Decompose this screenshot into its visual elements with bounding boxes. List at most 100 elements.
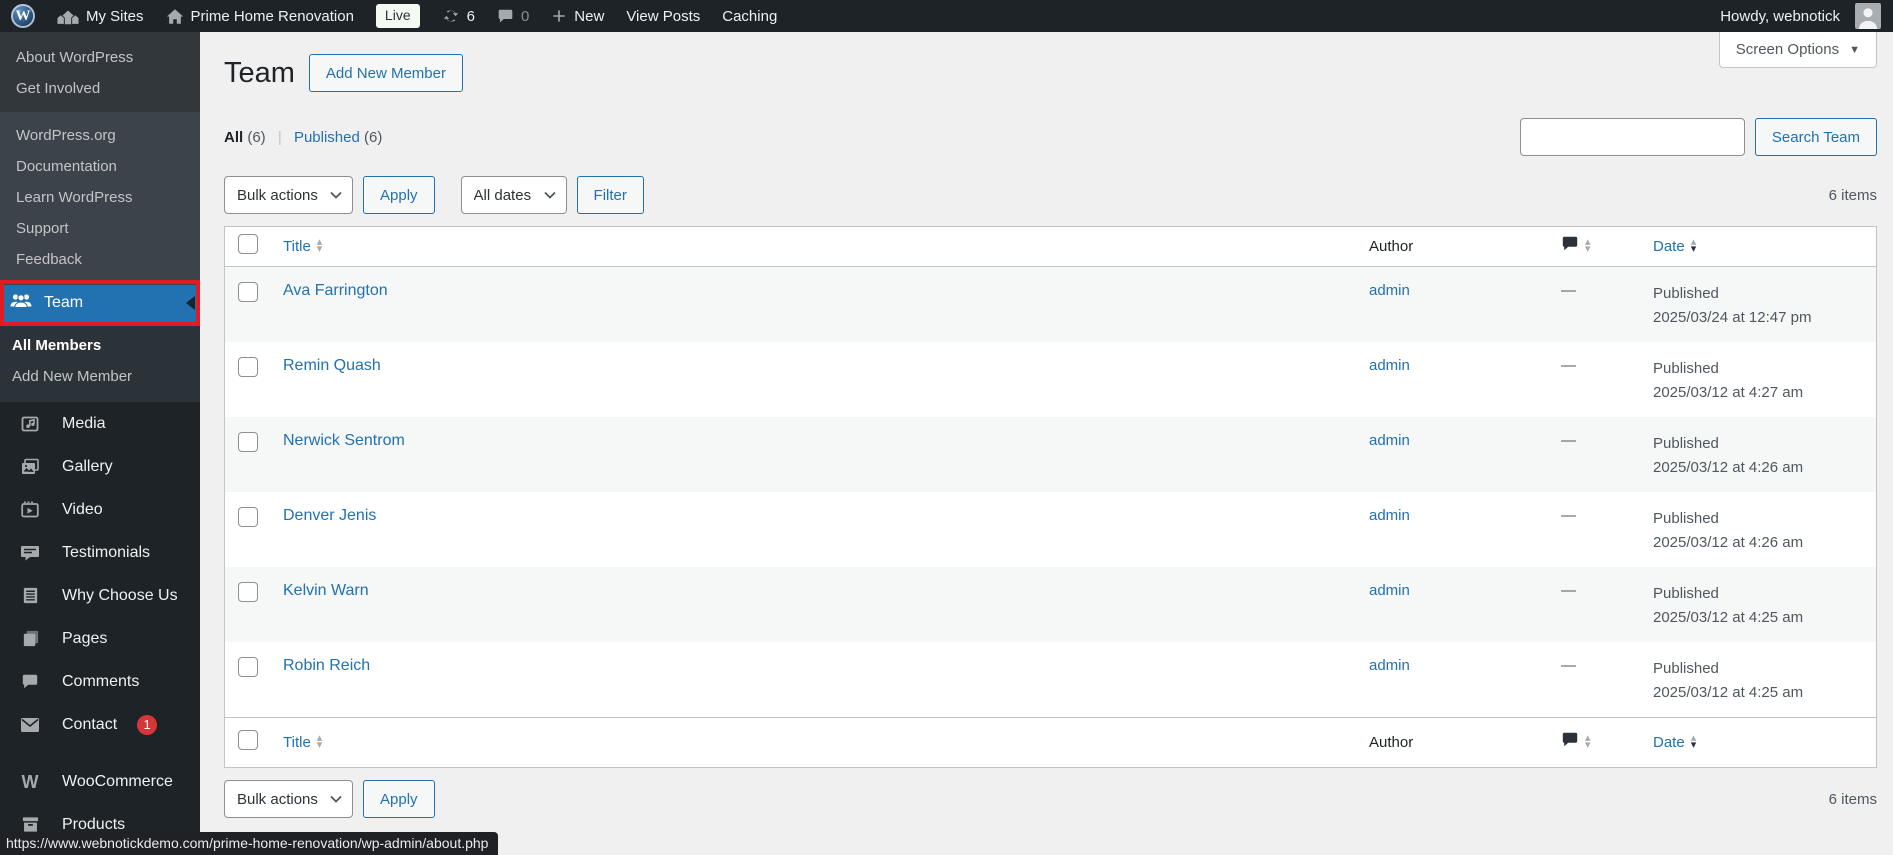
wordpress-logo-icon: W: [11, 4, 35, 28]
view-posts-label: View Posts: [626, 7, 701, 25]
sort-desc-icon: ▾: [1585, 243, 1591, 255]
author-link[interactable]: admin: [1369, 507, 1410, 524]
row-checkbox[interactable]: [238, 357, 258, 377]
sort-by-comments[interactable]: ▴ ▾: [1561, 731, 1591, 753]
publish-date: 2025/03/12 at 4:26 am: [1653, 534, 1804, 552]
search-input[interactable]: [1519, 118, 1745, 156]
sort-by-title[interactable]: Title ▴ ▾: [283, 733, 323, 751]
comment-count-value: —: [1561, 357, 1576, 374]
new-label: New: [574, 7, 605, 25]
sidebar-item-why-choose-us[interactable]: Why Choose Us: [0, 574, 200, 617]
bulk-actions-select[interactable]: Bulk actions: [224, 176, 353, 214]
row-checkbox[interactable]: [238, 657, 258, 677]
apply-button[interactable]: Apply: [363, 780, 435, 818]
screen-options-button[interactable]: Screen Options ▼: [1718, 32, 1877, 68]
sidebar-item-video[interactable]: Video: [0, 488, 200, 531]
filter-all-link[interactable]: All: [224, 129, 243, 146]
caching-menu[interactable]: Caching: [711, 0, 788, 32]
comment-bubble-icon: [1561, 235, 1579, 257]
menu-item-learn-wordpress[interactable]: Learn WordPress: [0, 182, 200, 213]
sort-by-comments[interactable]: ▴ ▾: [1561, 235, 1591, 257]
menu-item-get-involved[interactable]: Get Involved: [0, 73, 200, 104]
publish-status: Published: [1653, 660, 1719, 677]
menu-item-about-wordpress[interactable]: About WordPress: [0, 42, 200, 73]
caching-label: Caching: [722, 7, 778, 25]
member-title-link[interactable]: Robin Reich: [283, 657, 370, 674]
publish-date: 2025/03/12 at 4:25 am: [1653, 609, 1804, 627]
row-checkbox[interactable]: [238, 507, 258, 527]
refresh-icon: [442, 7, 460, 25]
author-link[interactable]: admin: [1369, 657, 1410, 674]
apply-button[interactable]: Apply: [363, 176, 435, 214]
search-team-button[interactable]: Search Team: [1754, 118, 1877, 156]
table-row: Remin Quash admin — Published 2025/03/12…: [225, 342, 1876, 417]
comments-icon: [10, 673, 50, 691]
sort-desc-icon: ▾: [1585, 739, 1591, 751]
my-sites-menu[interactable]: My Sites: [46, 0, 155, 32]
sidebar-item-media[interactable]: Media: [0, 402, 200, 445]
sidebar-item-testimonials[interactable]: Testimonials: [0, 531, 200, 574]
add-new-member-button[interactable]: Add New Member: [308, 54, 463, 92]
menu-item-support[interactable]: Support: [0, 213, 200, 244]
select-all-checkbox[interactable]: [238, 730, 258, 750]
sidebar-item-pages[interactable]: Pages: [0, 617, 200, 660]
menu-item-wordpress-org[interactable]: WordPress.org: [0, 120, 200, 151]
sidebar-item-add-new-member[interactable]: Add New Member: [0, 361, 200, 392]
sidebar-item-label: Contact: [62, 715, 118, 733]
row-checkbox[interactable]: [238, 282, 258, 302]
row-checkbox[interactable]: [238, 432, 258, 452]
woocommerce-icon: W: [21, 771, 39, 792]
testimonials-icon: [10, 543, 50, 563]
sort-by-date[interactable]: Date ▴ ▾: [1653, 733, 1696, 751]
filter-button[interactable]: Filter: [576, 176, 644, 214]
member-title-link[interactable]: Denver Jenis: [283, 507, 376, 524]
title-column-header: Title: [283, 237, 311, 255]
row-checkbox[interactable]: [238, 582, 258, 602]
sidebar-item-contact[interactable]: Contact 1: [0, 703, 200, 746]
member-title-link[interactable]: Ava Farrington: [283, 282, 388, 299]
wordpress-logo-menu-button[interactable]: W: [0, 0, 46, 32]
menu-item-feedback[interactable]: Feedback: [0, 244, 200, 275]
filter-published-link[interactable]: Published: [294, 129, 360, 146]
sort-desc-icon: ▾: [316, 739, 323, 751]
envelope-icon: [10, 717, 50, 733]
comments-menu[interactable]: 0: [486, 0, 540, 32]
author-column-header: Author: [1369, 237, 1414, 255]
sidebar-item-all-members[interactable]: All Members: [0, 330, 200, 361]
team-submenu: All Members Add New Member: [0, 322, 200, 402]
view-posts-menu[interactable]: View Posts: [615, 0, 711, 32]
menu-item-documentation[interactable]: Documentation: [0, 151, 200, 182]
comment-count-value: —: [1561, 582, 1576, 599]
gallery-icon: [10, 457, 50, 477]
list-icon: [10, 586, 50, 605]
sidebar-item-woocommerce[interactable]: W WooCommerce: [0, 760, 200, 803]
member-title-link[interactable]: Nerwick Sentrom: [283, 432, 405, 449]
bulk-actions-select[interactable]: Bulk actions: [224, 780, 353, 818]
author-link[interactable]: admin: [1369, 432, 1410, 449]
site-name-menu[interactable]: Prime Home Renovation: [155, 0, 365, 32]
sidebar-item-comments[interactable]: Comments: [0, 660, 200, 703]
wp-menu-links-section: WordPress.org Documentation Learn WordPr…: [0, 112, 200, 285]
table-body: Ava Farrington admin — Published 2025/03…: [225, 267, 1876, 717]
sidebar-item-label: WooCommerce: [62, 772, 173, 790]
author-link[interactable]: admin: [1369, 582, 1410, 599]
wordpress-logo-dropdown: About WordPress Get Involved WordPress.o…: [0, 32, 200, 285]
sidebar-item-team[interactable]: Team: [0, 284, 200, 322]
sort-by-title[interactable]: Title ▴ ▾: [283, 237, 323, 255]
sort-desc-icon: ▾: [316, 243, 323, 255]
sort-by-date[interactable]: Date ▴ ▾: [1653, 237, 1696, 255]
author-link[interactable]: admin: [1369, 357, 1410, 374]
updates-menu[interactable]: 6: [431, 0, 486, 32]
browser-status-bar: https://www.webnotickdemo.com/prime-home…: [0, 832, 499, 855]
sidebar-item-gallery[interactable]: Gallery: [0, 445, 200, 488]
select-all-checkbox[interactable]: [238, 234, 258, 254]
date-filter-select[interactable]: All dates: [460, 176, 567, 214]
member-title-link[interactable]: Kelvin Warn: [283, 582, 369, 599]
chevron-down-icon: ▼: [1849, 43, 1860, 56]
member-title-link[interactable]: Remin Quash: [283, 357, 381, 374]
author-link[interactable]: admin: [1369, 282, 1410, 299]
comment-icon: [497, 8, 514, 25]
my-account-menu[interactable]: Howdy, webnotick: [1709, 0, 1881, 32]
new-content-menu[interactable]: New: [540, 0, 615, 32]
items-count: 6 items: [1828, 790, 1877, 808]
